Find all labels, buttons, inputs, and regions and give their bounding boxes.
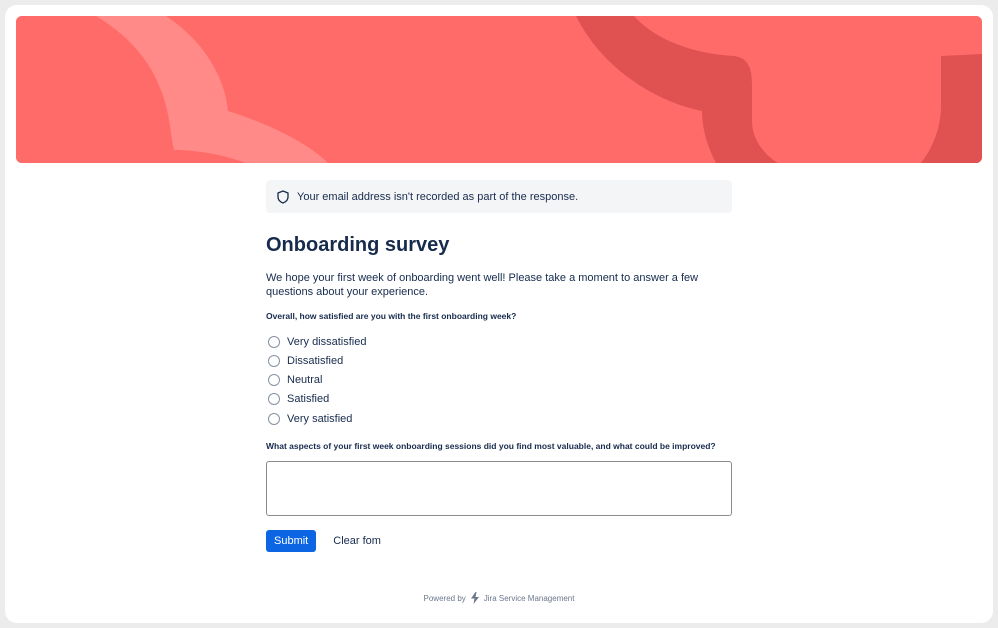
radio-label: Very satisfied (287, 412, 353, 425)
footer: Powered by Jira Service Management (5, 592, 993, 604)
product-name[interactable]: Jira Service Management (484, 594, 575, 603)
feedback-textarea[interactable] (266, 461, 732, 517)
radio-button[interactable] (268, 374, 280, 387)
radio-label: Neutral (287, 374, 323, 387)
radio-button[interactable] (268, 354, 280, 367)
submit-button[interactable]: Submit (266, 530, 317, 553)
satisfaction-radio-group: Very dissatisfied Dissatisfied Neutral S… (266, 332, 732, 428)
question-satisfaction-label: Overall, how satisfied are you with the … (266, 311, 517, 321)
radio-label: Satisfied (287, 393, 330, 406)
powered-by-text: Powered by (423, 593, 466, 603)
page-frame: Your email address isn't recorded as par… (5, 5, 993, 623)
clear-form-button[interactable]: Clear fom (327, 534, 387, 548)
radio-option-very-satisfied[interactable]: Very satisfied (266, 409, 732, 428)
radio-option-satisfied[interactable]: Satisfied (266, 390, 732, 409)
privacy-notice-text: Your email address isn't recorded as par… (297, 190, 579, 203)
banner-decoration (16, 16, 982, 163)
form-content: Your email address isn't recorded as par… (266, 180, 732, 553)
radio-button[interactable] (268, 393, 280, 406)
form-description: We hope your first week of onboarding we… (266, 272, 699, 298)
radio-label: Dissatisfied (287, 354, 344, 367)
radio-option-very-dissatisfied[interactable]: Very dissatisfied (266, 332, 732, 351)
radio-button[interactable] (268, 412, 280, 425)
page-title: Onboarding survey (266, 234, 450, 256)
radio-label: Very dissatisfied (287, 335, 367, 348)
privacy-notice: Your email address isn't recorded as par… (266, 180, 732, 213)
header-banner (16, 16, 982, 163)
radio-button[interactable] (268, 335, 280, 348)
jira-bolt-icon (470, 592, 480, 604)
radio-option-dissatisfied[interactable]: Dissatisfied (266, 351, 732, 370)
form-actions: Submit Clear fom (266, 530, 732, 553)
radio-option-neutral[interactable]: Neutral (266, 371, 732, 390)
question-feedback-label: What aspects of your first week onboardi… (266, 441, 716, 452)
shield-icon (277, 189, 289, 204)
